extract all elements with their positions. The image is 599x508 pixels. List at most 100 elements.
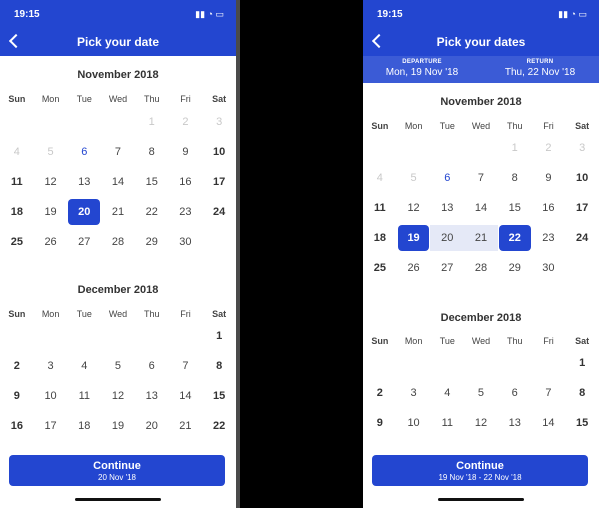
- day-number: 12: [474, 417, 488, 429]
- day-cell[interactable]: 18: [0, 197, 34, 227]
- day-cell[interactable]: 3: [397, 378, 431, 408]
- day-cell[interactable]: 12: [34, 167, 68, 197]
- day-cell[interactable]: 25: [363, 253, 397, 283]
- day-cell[interactable]: 16: [169, 167, 203, 197]
- day-number: 19: [111, 420, 125, 432]
- day-cell[interactable]: 22: [135, 197, 169, 227]
- day-cell[interactable]: 4: [67, 351, 101, 381]
- weekday-label: Wed: [108, 309, 128, 319]
- day-cell[interactable]: 28: [464, 253, 498, 283]
- empty-cell: [67, 321, 101, 351]
- day-cell[interactable]: 8: [135, 137, 169, 167]
- empty-cell: [565, 253, 599, 283]
- day-cell[interactable]: 30: [169, 227, 203, 257]
- continue-button[interactable]: Continue 20 Nov '18: [9, 455, 225, 486]
- day-cell[interactable]: 7: [532, 378, 566, 408]
- day-cell[interactable]: 27: [430, 253, 464, 283]
- day-cell[interactable]: 19: [397, 223, 431, 253]
- day-cell[interactable]: 8: [565, 378, 599, 408]
- day-cell[interactable]: 8: [202, 351, 236, 381]
- day-cell[interactable]: 16: [532, 193, 566, 223]
- day-cell[interactable]: 13: [67, 167, 101, 197]
- day-cell[interactable]: 29: [498, 253, 532, 283]
- day-cell[interactable]: 10: [565, 163, 599, 193]
- continue-button[interactable]: Continue 19 Nov '18 - 22 Nov '18: [372, 455, 588, 486]
- day-cell[interactable]: 14: [101, 167, 135, 197]
- day-cell[interactable]: 15: [565, 408, 599, 438]
- day-cell[interactable]: 9: [363, 408, 397, 438]
- day-cell: 5: [397, 163, 431, 193]
- day-cell[interactable]: 14: [169, 381, 203, 411]
- day-cell[interactable]: 30: [532, 253, 566, 283]
- weekday-label: Sun: [371, 121, 389, 131]
- return-field[interactable]: RETURN Thu, 22 Nov '18: [481, 56, 599, 78]
- phone-screen-left: 19:15 ▮▮ ◔ ▭ Pick your date November 201…: [0, 0, 236, 508]
- day-cell[interactable]: 24: [202, 197, 236, 227]
- day-cell[interactable]: 12: [397, 193, 431, 223]
- day-cell[interactable]: 20: [67, 197, 101, 227]
- day-number: 8: [148, 146, 155, 158]
- day-cell[interactable]: 1: [202, 321, 236, 351]
- day-cell[interactable]: 21: [464, 223, 498, 253]
- day-cell[interactable]: 11: [363, 193, 397, 223]
- day-cell[interactable]: 10: [34, 381, 68, 411]
- day-cell[interactable]: 23: [532, 223, 566, 253]
- day-cell[interactable]: 9: [0, 381, 34, 411]
- day-number: 21: [111, 206, 125, 218]
- day-cell[interactable]: 14: [532, 408, 566, 438]
- day-cell[interactable]: 21: [101, 197, 135, 227]
- day-cell[interactable]: 27: [67, 227, 101, 257]
- day-cell[interactable]: 9: [169, 137, 203, 167]
- day-cell[interactable]: 12: [101, 381, 135, 411]
- day-cell[interactable]: 3: [34, 351, 68, 381]
- weekday-label: Tue: [76, 309, 92, 319]
- day-cell[interactable]: 6: [430, 163, 464, 193]
- day-cell[interactable]: 6: [67, 137, 101, 167]
- day-number: 5: [114, 360, 122, 372]
- day-cell[interactable]: 8: [498, 163, 532, 193]
- day-number: 20: [145, 420, 158, 432]
- day-cell[interactable]: 14: [464, 193, 498, 223]
- day-cell[interactable]: 7: [464, 163, 498, 193]
- day-cell[interactable]: 29: [135, 227, 169, 257]
- day-cell[interactable]: 2: [0, 351, 34, 381]
- day-cell[interactable]: 19: [34, 197, 68, 227]
- day-cell[interactable]: 6: [498, 378, 532, 408]
- day-cell[interactable]: 5: [101, 351, 135, 381]
- day-number: 21: [179, 420, 192, 432]
- day-cell[interactable]: 9: [532, 163, 566, 193]
- day-cell[interactable]: 7: [169, 351, 203, 381]
- day-cell[interactable]: 13: [430, 193, 464, 223]
- day-cell[interactable]: 23: [169, 197, 203, 227]
- day-cell[interactable]: 25: [0, 227, 34, 257]
- day-number: 4: [444, 387, 451, 399]
- day-cell[interactable]: 11: [430, 408, 464, 438]
- day-cell[interactable]: 18: [363, 223, 397, 253]
- day-cell[interactable]: 22: [498, 223, 532, 253]
- day-cell[interactable]: 7: [101, 137, 135, 167]
- day-cell[interactable]: 4: [430, 378, 464, 408]
- day-cell[interactable]: 20: [430, 223, 464, 253]
- day-cell[interactable]: 12: [464, 408, 498, 438]
- day-cell[interactable]: 26: [34, 227, 68, 257]
- day-cell[interactable]: 17: [565, 193, 599, 223]
- day-cell[interactable]: 15: [135, 167, 169, 197]
- day-cell[interactable]: 28: [101, 227, 135, 257]
- departure-field[interactable]: DEPARTURE Mon, 19 Nov '18: [363, 56, 481, 78]
- day-cell[interactable]: 13: [498, 408, 532, 438]
- day-cell[interactable]: 15: [498, 193, 532, 223]
- day-cell[interactable]: 2: [363, 378, 397, 408]
- day-cell[interactable]: 1: [565, 348, 599, 378]
- day-cell[interactable]: 10: [202, 137, 236, 167]
- day-cell[interactable]: 6: [135, 351, 169, 381]
- day-cell[interactable]: 15: [202, 381, 236, 411]
- day-cell[interactable]: 13: [135, 381, 169, 411]
- day-cell[interactable]: 5: [464, 378, 498, 408]
- day-cell[interactable]: 10: [397, 408, 431, 438]
- day-cell[interactable]: 11: [67, 381, 101, 411]
- day-cell[interactable]: 11: [0, 167, 34, 197]
- empty-cell: [363, 133, 397, 163]
- day-cell[interactable]: 24: [565, 223, 599, 253]
- day-cell[interactable]: 26: [397, 253, 431, 283]
- day-cell[interactable]: 17: [202, 167, 236, 197]
